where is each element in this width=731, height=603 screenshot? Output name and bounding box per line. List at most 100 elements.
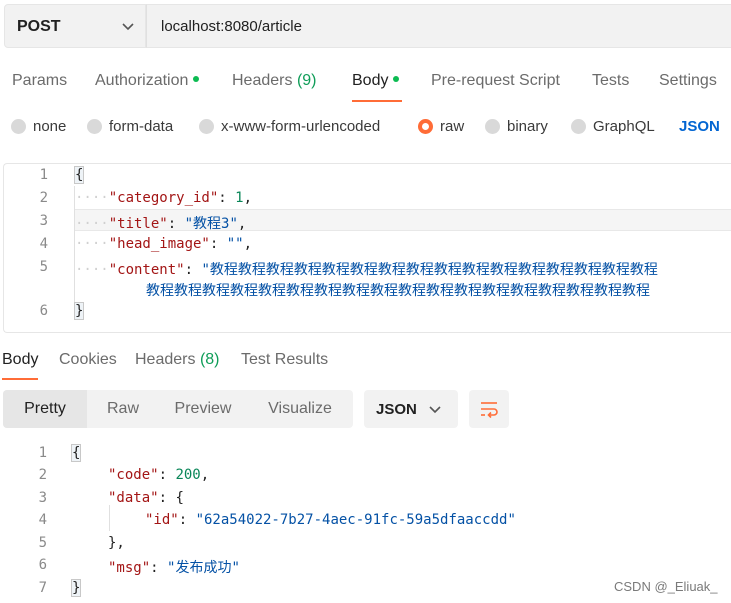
radio-label: x-www-form-urlencoded xyxy=(221,118,381,135)
line-number: 3 xyxy=(38,490,47,506)
tab-headers[interactable]: Headers (9) xyxy=(232,72,317,90)
line-number: 4 xyxy=(38,512,47,528)
json-key: "code" xyxy=(108,467,159,483)
radio-circle-icon xyxy=(11,119,26,134)
radio-circle-icon xyxy=(199,119,214,134)
radio-binary[interactable]: binary xyxy=(485,118,548,135)
json-value: 1 xyxy=(235,190,244,206)
resp-tab-headers[interactable]: Headers (8) xyxy=(135,351,220,369)
radio-raw[interactable]: raw xyxy=(418,118,464,135)
code-line: ····"content": "教程教程教程教程教程教程教程教程教程教程教程教程… xyxy=(75,262,658,278)
request-bar: POST localhost:8080/article xyxy=(0,0,731,52)
response-tabs: Body Cookies Headers (8) Test Results xyxy=(0,340,731,382)
request-tabs: Params Authorization Headers (9) Body Pr… xyxy=(0,62,731,102)
line-number: 1 xyxy=(39,167,48,183)
close-brace: } xyxy=(73,302,85,320)
line-number: 6 xyxy=(39,303,48,319)
radio-label: none xyxy=(33,118,67,135)
radio-label: binary xyxy=(507,118,548,135)
tab-label: Body xyxy=(352,72,389,89)
modified-dot-icon xyxy=(393,75,400,82)
tab-count: (9) xyxy=(296,72,317,89)
line-number: 6 xyxy=(38,557,47,573)
json-key: "id" xyxy=(145,512,179,528)
resp-tab-test-results[interactable]: Test Results xyxy=(241,351,328,369)
response-format-select[interactable]: JSON xyxy=(364,390,458,428)
watermark: CSDN @_Eliuak_ xyxy=(614,579,718,594)
radio-circle-icon xyxy=(87,119,102,134)
line-number: 3 xyxy=(39,213,48,229)
resp-tab-body[interactable]: Body xyxy=(2,351,38,369)
json-value: "" xyxy=(226,236,244,252)
view-mode-visualize[interactable]: Visualize xyxy=(247,390,353,428)
code-line-wrapped: 教程教程教程教程教程教程教程教程教程教程教程教程教程教程教程教程教程教程 xyxy=(146,280,650,300)
tab-count: (8) xyxy=(199,351,220,368)
code-line: "data": { xyxy=(108,490,184,506)
tab-authorization[interactable]: Authorization xyxy=(95,72,200,90)
tab-tests[interactable]: Tests xyxy=(592,72,629,90)
json-key: "head_image" xyxy=(108,236,210,252)
code-line: }, xyxy=(108,535,125,551)
json-key: "title" xyxy=(108,216,168,232)
method-select[interactable]: POST xyxy=(4,4,146,48)
view-mode-raw[interactable]: Raw xyxy=(87,390,159,428)
tab-body[interactable]: Body xyxy=(352,72,400,90)
json-value: "教程教程教程教程教程教程教程教程教程教程教程教程教程教程教程教程 xyxy=(201,262,658,278)
radio-circle-icon xyxy=(571,119,586,134)
view-mode-pretty[interactable]: Pretty xyxy=(3,390,87,428)
line-number: 4 xyxy=(39,236,48,252)
url-input[interactable]: localhost:8080/article xyxy=(146,4,731,48)
view-mode-segmented-control: Pretty Raw Preview Visualize xyxy=(3,390,353,428)
close-brace: }, xyxy=(108,535,125,551)
tab-params[interactable]: Params xyxy=(12,72,67,90)
radio-none[interactable]: none xyxy=(11,118,66,135)
radio-x-www-form-urlencoded[interactable]: x-www-form-urlencoded xyxy=(199,118,380,135)
tab-label: Settings xyxy=(659,72,717,89)
radio-circle-icon xyxy=(485,119,500,134)
json-key: "content" xyxy=(108,262,185,278)
request-body-editor[interactable]: 1 2 3 4 5 6 { ····"category_id": 1, ····… xyxy=(3,163,731,333)
format-label: JSON xyxy=(376,401,417,418)
body-format-dropdown[interactable]: JSON xyxy=(679,118,720,135)
tab-label: Authorization xyxy=(95,72,189,89)
code-line: { xyxy=(70,444,82,462)
tab-label: Pre-request Script xyxy=(431,72,560,89)
resp-tab-cookies[interactable]: Cookies xyxy=(59,351,117,369)
json-value: "发布成功" xyxy=(167,560,240,576)
code-line: "msg": "发布成功" xyxy=(108,560,240,576)
code-line: ····"head_image": "", xyxy=(75,236,253,252)
json-key: "data" xyxy=(108,490,159,506)
chevron-down-icon xyxy=(122,23,134,31)
tab-pre-request-script[interactable]: Pre-request Script xyxy=(431,72,560,90)
code-line: ····"category_id": 1, xyxy=(75,190,253,206)
code-line: "id": "62a54022-7b27-4aec-91fc-59a5dfaac… xyxy=(145,512,516,528)
json-value: { xyxy=(175,490,184,506)
radio-selected-icon xyxy=(418,119,433,134)
json-value: "62a54022-7b27-4aec-91fc-59a5dfaaccdd" xyxy=(195,512,516,528)
radio-graphql[interactable]: GraphQL xyxy=(571,118,655,135)
code-line: "code": 200, xyxy=(108,467,210,483)
code-line: } xyxy=(73,302,85,320)
radio-label: GraphQL xyxy=(593,118,655,135)
tab-label: Body xyxy=(2,351,39,368)
active-tab-indicator xyxy=(352,100,402,102)
code-line: { xyxy=(73,166,85,184)
line-number: 5 xyxy=(39,259,48,275)
wrap-lines-icon xyxy=(481,402,498,418)
modified-dot-icon xyxy=(193,75,200,82)
json-value: "教程3" xyxy=(184,216,238,232)
radio-form-data[interactable]: form-data xyxy=(87,118,173,135)
wrap-lines-button[interactable] xyxy=(469,390,509,428)
line-number: 7 xyxy=(38,580,47,596)
line-number: 2 xyxy=(39,190,48,206)
tab-label: Params xyxy=(12,72,68,89)
url-text: localhost:8080/article xyxy=(161,18,302,35)
line-number: 2 xyxy=(38,467,47,483)
tab-label: Tests xyxy=(592,72,630,89)
json-key: "msg" xyxy=(108,560,151,576)
indent-guide xyxy=(109,505,110,531)
tab-settings[interactable]: Settings xyxy=(659,72,717,90)
view-mode-preview[interactable]: Preview xyxy=(159,390,247,428)
open-brace: { xyxy=(70,444,82,462)
tab-label: Cookies xyxy=(59,351,117,368)
